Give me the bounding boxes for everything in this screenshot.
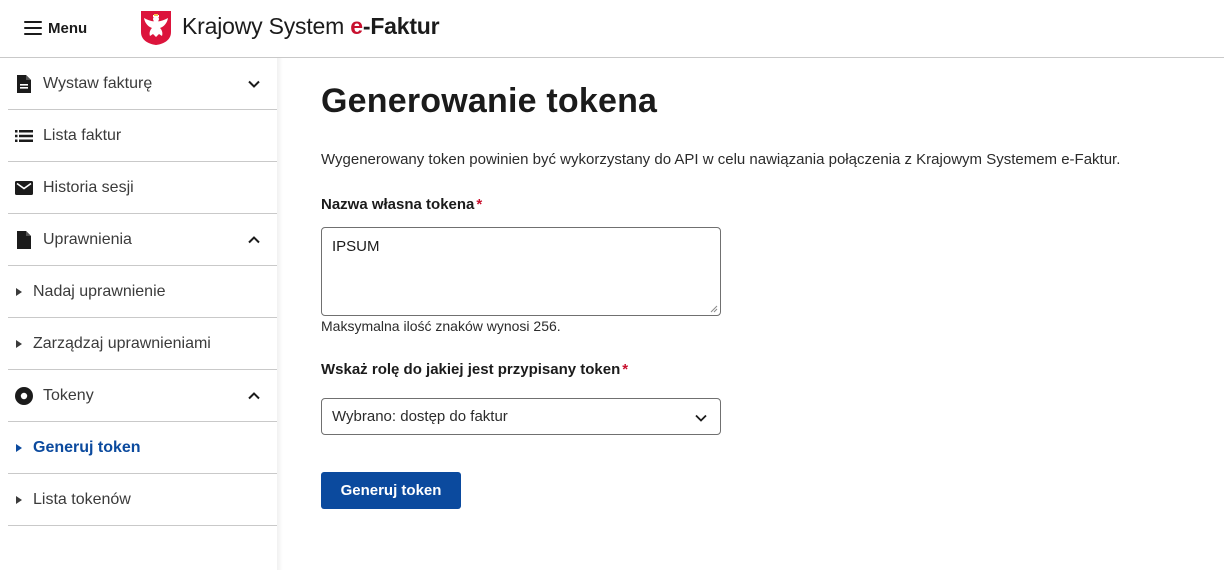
- chevron-down-icon: [695, 414, 707, 422]
- token-name-hint: Maksymalna ilość znaków wynosi 256.: [321, 318, 561, 334]
- sidebar-item-label: Wystaw fakturę: [43, 74, 153, 92]
- sidebar-item-historia-sesji[interactable]: Historia sesji: [8, 162, 277, 214]
- hamburger-icon: [24, 21, 42, 35]
- role-select[interactable]: Wybrano: dostęp do faktur: [321, 398, 721, 435]
- brand-e: e: [350, 13, 363, 39]
- sidebar-item-label: Uprawnienia: [43, 230, 132, 248]
- sidebar-item-wystaw-fakture[interactable]: Wystaw fakturę: [8, 58, 277, 110]
- sidebar-item-label: Historia sesji: [43, 178, 134, 196]
- resize-handle-icon[interactable]: [710, 305, 718, 313]
- file-icon: [14, 230, 34, 250]
- menu-button[interactable]: Menu: [24, 16, 87, 40]
- top-header: Menu Krajowy System e-Faktur: [0, 0, 1224, 58]
- token-name-value: IPSUM: [332, 238, 380, 255]
- token-name-label: Nazwa własna tokena *: [321, 196, 482, 213]
- intro-text: Wygenerowany token powinien być wykorzys…: [321, 151, 1121, 168]
- sidebar-item-uprawnienia[interactable]: Uprawnienia: [8, 214, 277, 266]
- sidebar: Wystaw fakturę Lista faktur Historia ses…: [8, 58, 283, 570]
- sidebar-item-label: Lista tokenów: [33, 490, 131, 508]
- role-label-text: Wskaż rolę do jakiej jest przypisany tok…: [321, 361, 621, 378]
- sidebar-item-tokeny[interactable]: Tokeny: [8, 370, 277, 422]
- sidebar-item-label: Lista faktur: [43, 126, 122, 144]
- chevron-down-icon: [248, 80, 260, 88]
- bullet-triangle-icon: [16, 495, 22, 504]
- menu-label: Menu: [48, 19, 88, 37]
- document-icon: [14, 74, 34, 94]
- sidebar-subitem-nadaj-uprawnienie[interactable]: Nadaj uprawnienie: [8, 266, 277, 318]
- token-icon: [14, 386, 34, 406]
- sidebar-item-label: Zarządzaj uprawnieniami: [33, 334, 211, 352]
- bullet-triangle-icon: [16, 287, 22, 296]
- token-name-textarea[interactable]: IPSUM: [321, 227, 721, 316]
- sidebar-subitem-lista-tokenow[interactable]: Lista tokenów: [8, 474, 277, 526]
- role-label: Wskaż rolę do jakiej jest przypisany tok…: [321, 361, 628, 378]
- bullet-triangle-icon: [16, 443, 22, 452]
- polish-eagle-logo: [141, 11, 171, 45]
- envelope-icon: [14, 178, 34, 198]
- brand-prefix: Krajowy System: [182, 13, 351, 39]
- sidebar-item-label: Tokeny: [43, 386, 94, 404]
- chevron-up-icon: [248, 391, 260, 399]
- required-asterisk: *: [622, 361, 629, 378]
- sidebar-item-lista-faktur[interactable]: Lista faktur: [8, 110, 277, 162]
- app-title: Krajowy System e-Faktur: [182, 13, 440, 40]
- role-select-value: Wybrano: dostęp do faktur: [332, 408, 508, 425]
- page-title: Generowanie tokena: [321, 82, 658, 120]
- chevron-up-icon: [248, 235, 260, 243]
- sidebar-item-label: Generuj token: [33, 438, 141, 456]
- generate-token-button[interactable]: Generuj token: [321, 472, 461, 509]
- required-asterisk: *: [476, 196, 483, 213]
- sidebar-subitem-generuj-token[interactable]: Generuj token: [8, 422, 277, 474]
- list-icon: [14, 126, 34, 146]
- sidebar-item-label: Nadaj uprawnienie: [33, 282, 166, 300]
- brand-suffix: -Faktur: [362, 13, 440, 39]
- bullet-triangle-icon: [16, 339, 22, 348]
- token-name-label-text: Nazwa własna tokena: [321, 196, 475, 213]
- sidebar-subitem-zarzadzaj-uprawnieniami[interactable]: Zarządzaj uprawnieniami: [8, 318, 277, 370]
